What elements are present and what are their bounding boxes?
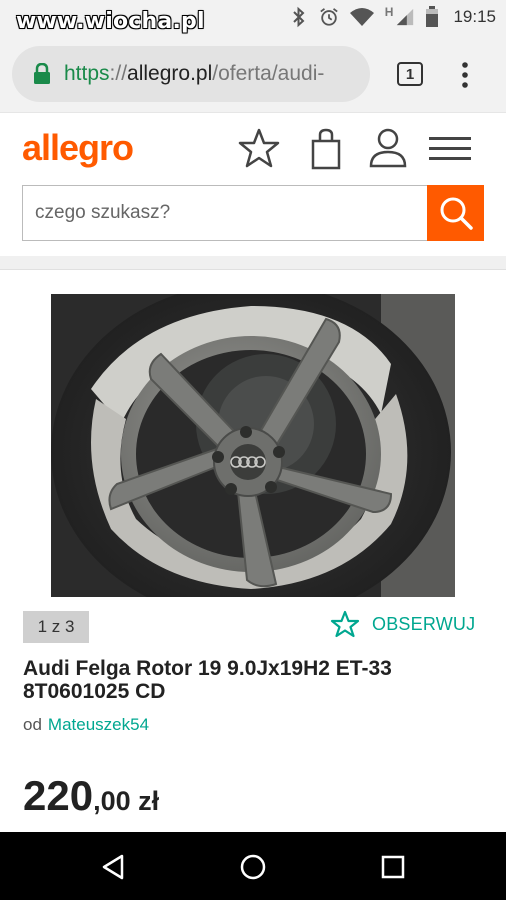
network-type-label: H [384,5,394,19]
clock: 19:15 [453,7,496,26]
recents-icon[interactable] [378,852,408,882]
watch-label: OBSERWUJ [372,613,476,634]
shopping-bag-icon[interactable] [310,127,342,171]
search-icon [440,197,473,230]
overflow-menu-icon[interactable] [455,60,475,90]
wifi-icon [349,8,374,26]
signal-icon [397,8,414,26]
alarm-icon [320,8,338,26]
watch-button[interactable]: OBSERWUJ [330,610,475,638]
back-icon[interactable] [98,852,128,882]
price-decimal: ,00 zł [93,786,160,816]
allegro-logo[interactable]: allegro [22,127,134,169]
site-header: allegro [0,112,506,256]
damaged-wheel-image [51,294,455,597]
url-text: https://allegro.pl/oferta/audi- [64,62,324,86]
url-path: /oferta/audi- [212,62,325,85]
watermark: www.wiocha.pl [16,9,205,34]
image-counter: 1 z 3 [23,611,89,643]
bluetooth-icon [293,6,305,28]
search-input[interactable] [22,185,428,241]
star-outline-icon [330,610,360,638]
status-bar: www.wiocha.pl H 19:15 [0,0,506,36]
tab-switcher-button[interactable]: 1 [397,62,423,86]
seller-prefix: od [23,715,42,734]
seller-info: od Mateuszek54 [23,715,149,735]
search-button[interactable] [427,185,484,241]
url-scheme: https [64,62,110,85]
address-bar[interactable]: https://allegro.pl/oferta/audi- [12,46,370,102]
battery-icon [426,6,439,27]
star-icon[interactable] [238,127,280,169]
product-price: 220,00 zł [23,772,159,820]
user-icon[interactable] [368,127,408,169]
url-separator: :// [109,62,128,85]
search-bar [22,185,484,241]
price-integer: 220 [23,772,94,819]
product-title: Audi Felga Rotor 19 9.0Jx19H2 ET-33 8T06… [23,657,392,703]
product-photo[interactable] [51,294,455,597]
lock-icon [34,63,50,84]
home-icon[interactable] [238,852,268,882]
system-navigation-bar [0,832,506,900]
url-host: allegro.pl [127,62,213,85]
section-divider [0,256,506,270]
seller-link[interactable]: Mateuszek54 [48,715,149,734]
browser-toolbar: https://allegro.pl/oferta/audi- 1 [0,36,506,112]
hamburger-menu-icon[interactable] [428,127,472,169]
status-icons: H 19:15 [289,5,496,28]
